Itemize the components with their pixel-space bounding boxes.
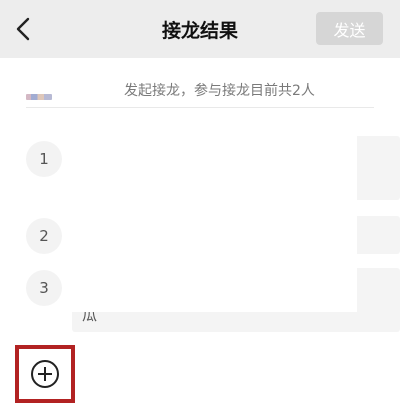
entry-number: 1 [26, 141, 62, 177]
entry-number: 2 [26, 218, 62, 254]
back-button[interactable] [10, 14, 36, 44]
summary-row: 发起接龙，参与接龙目前共2人 [26, 72, 374, 108]
nav-header: 接龙结果 发送 [0, 0, 400, 58]
add-entry-highlight [15, 345, 75, 403]
chevron-left-icon [16, 17, 30, 41]
entry-number: 3 [26, 270, 62, 306]
plus-vertical-bar [44, 367, 46, 381]
send-button[interactable]: 发送 [316, 12, 383, 45]
redaction-overlay [100, 278, 340, 308]
initiator-avatar [26, 94, 52, 100]
plus-circle-icon[interactable] [31, 360, 59, 388]
page-title: 接龙结果 [161, 20, 238, 42]
summary-text: 发起接龙，参与接龙目前共2人 [124, 83, 315, 99]
